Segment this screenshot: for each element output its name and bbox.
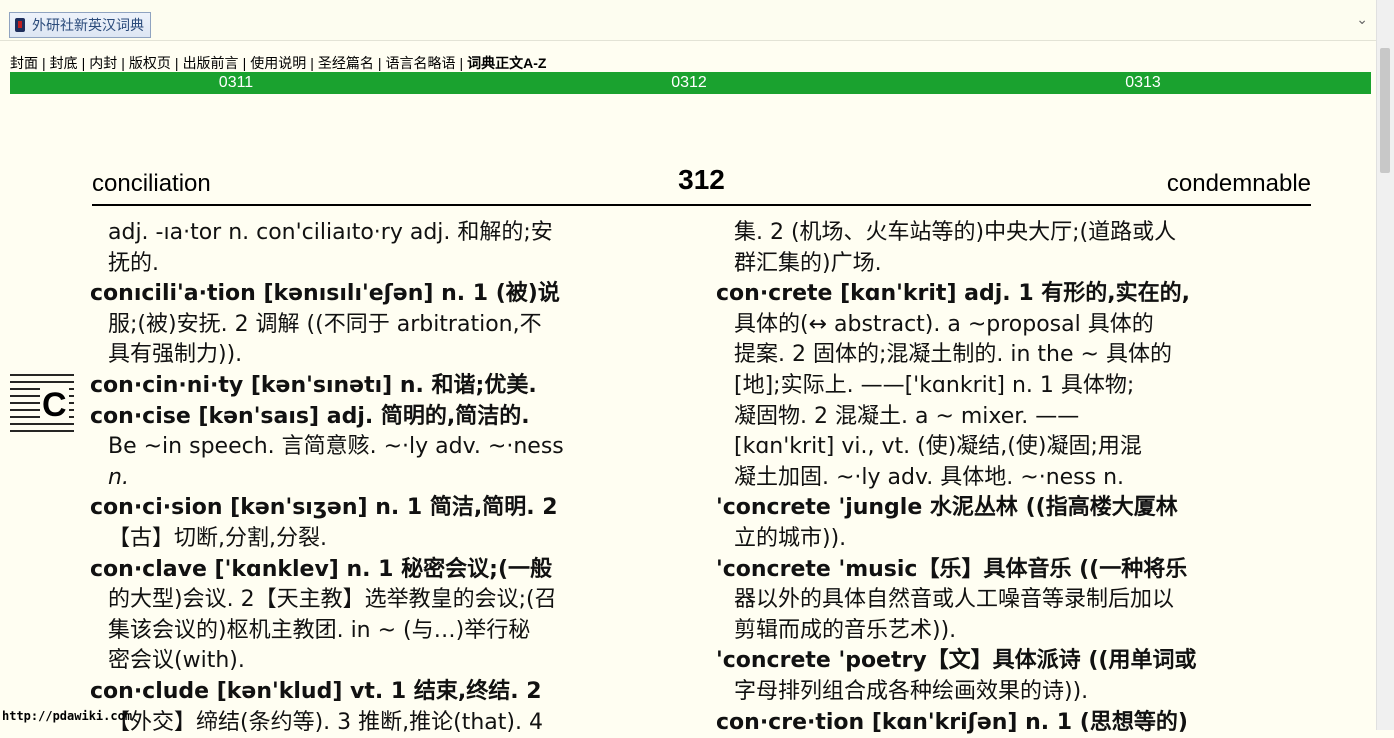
prev-page-link[interactable]: 0311 [219,74,253,92]
entry-headword-line: 'concrete 'music【乐】具体音乐 ((一种将乐 [716,555,1312,586]
entry-line: 具有强制力)). [90,340,688,371]
entry-headword-line: con·cise [kən'saıs] adj. 简明的,简洁的. [90,402,688,433]
nav-separator: | [378,55,382,71]
title-bar: 外研社新英汉词典 ⌄ [0,0,1376,41]
entry-line: 服;(被)安抚. 2 调解 ((不同于 arbitration,不 [90,310,688,341]
chevron-down-icon[interactable]: ⌄ [1356,11,1368,28]
nav-inner-cover[interactable]: 内封 [89,53,117,73]
entry-line: 凝固物. 2 混凝土. a ~ mixer. —— [716,402,1312,433]
nav-separator: | [175,55,179,71]
dictionary-tab-title: 外研社新英汉词典 [32,15,144,35]
guide-word-right: condemnable [1167,170,1311,198]
entry-line: 密会议(with). [90,646,688,677]
entry-line: n. [90,463,688,494]
entry-line: 具体的(↔ abstract). a ~proposal 具体的 [716,310,1312,341]
entry-line: 字母排列组合成各种绘画效果的诗)). [716,677,1312,708]
nav-separator: | [459,55,463,71]
guide-word-left: conciliation [92,170,211,198]
nav-copyright[interactable]: 版权页 [129,53,171,73]
nav-bible-books[interactable]: 圣经篇名 [318,53,374,73]
entry-headword-line: 'concrete 'jungle 水泥丛林 ((指高楼大厦林 [716,493,1312,524]
entry-line: adj. -ıa·tor n. con'ciliaıto·ry adj. 和解的… [90,218,688,249]
nav-preface[interactable]: 出版前言 [183,53,239,73]
entry-line: 器以外的具体自然音或人工噪音等录制后加以 [716,585,1312,616]
entry-line: 的大型)会议. 2【天主教】选举教皇的会议;(召 [90,585,688,616]
nav-back-cover[interactable]: 封底 [50,53,78,73]
section-nav: 封面 | 封底 | 内封 | 版权页 | 出版前言 | 使用说明 | 圣经篇名 … [10,53,546,73]
scroll-thumb[interactable] [1380,48,1390,173]
book-icon [15,18,25,32]
next-page-link[interactable]: 0313 [1125,74,1161,92]
nav-separator: | [42,55,46,71]
page-number: 312 [678,164,725,196]
page-navigator: 0311 0312 0313 [10,72,1371,94]
nav-separator: | [121,55,125,71]
nav-separator: | [82,55,86,71]
thumb-index-tab: C [10,374,76,436]
entry-line: 【古】切断,分割,分裂. [90,524,688,555]
entry-line: 立的城市)). [716,524,1312,555]
nav-main-text[interactable]: 词典正文A-Z [467,53,546,73]
watermark-url: http://pdawiki.com [2,709,132,723]
current-page-link[interactable]: 0312 [671,74,707,92]
entry-line: 集该会议的)枢机主教团. in ~ (与…)举行秘 [90,616,688,647]
dictionary-column-left: adj. -ıa·tor n. con'ciliaıto·ry adj. 和解的… [90,218,688,738]
page-header: conciliation 312 condemnable [92,160,1311,206]
entry-headword-line: con·crete [kɑn'krit] adj. 1 有形的,实在的, [716,279,1312,310]
entry-line: [kɑn'krit] vi., vt. (使)凝结,(使)凝固;用混 [716,432,1312,463]
nav-language-abbreviations[interactable]: 语言名略语 [385,53,455,73]
nav-usage-guide[interactable]: 使用说明 [250,53,306,73]
entry-line: 【外交】缔结(条约等). 3 推断,推论(that). 4 [90,708,688,738]
entry-headword-line: con·clave ['kɑnklev] n. 1 秘密会议;(一般 [90,555,688,586]
entry-headword-line: con·ci·sion [kən'sıʒən] n. 1 简洁,简明. 2 [90,493,688,524]
entry-line: 剪辑而成的音乐艺术)). [716,616,1312,647]
entry-line: 提案. 2 固体的;混凝土制的. in the ~ 具体的 [716,340,1312,371]
entry-headword-line: con·cin·ni·ty [kən'sınətı] n. 和谐;优美. [90,371,688,402]
entry-headword-line: con·cre·tion [kɑn'kriʃən] n. 1 (思想等的) [716,708,1312,738]
dictionary-tab[interactable]: 外研社新英汉词典 [9,12,151,38]
entry-line: [地];实际上. ——['kɑnkrit] n. 1 具体物; [716,371,1312,402]
vertical-scrollbar[interactable] [1376,0,1394,730]
entry-line: 群汇集的)广场. [716,249,1312,280]
entry-headword-line: con·clude [kən'klud] vt. 1 结束,终结. 2 [90,677,688,708]
entry-line: 抚的. [90,249,688,280]
entry-headword-line: conıcili'a·tion [kənısılı'eʃən] n. 1 (被)… [90,279,688,310]
dictionary-column-right: 集. 2 (机场、火车站等的)中央大厅;(道路或人 群汇集的)广场. con·c… [716,218,1312,738]
nav-separator: | [243,55,247,71]
nav-separator: | [310,55,314,71]
entry-headword-line: 'concrete 'poetry【文】具体派诗 ((用单词或 [716,646,1312,677]
entry-line: Be ~in speech. 言简意赅. ~·ly adv. ~·ness [90,432,688,463]
entry-line: 凝土加固. ~·ly adv. 具体地. ~·ness n. [716,463,1312,494]
entry-line: 集. 2 (机场、火车站等的)中央大厅;(道路或人 [716,218,1312,249]
nav-cover[interactable]: 封面 [10,53,38,73]
thumb-index-letter: C [40,388,69,422]
